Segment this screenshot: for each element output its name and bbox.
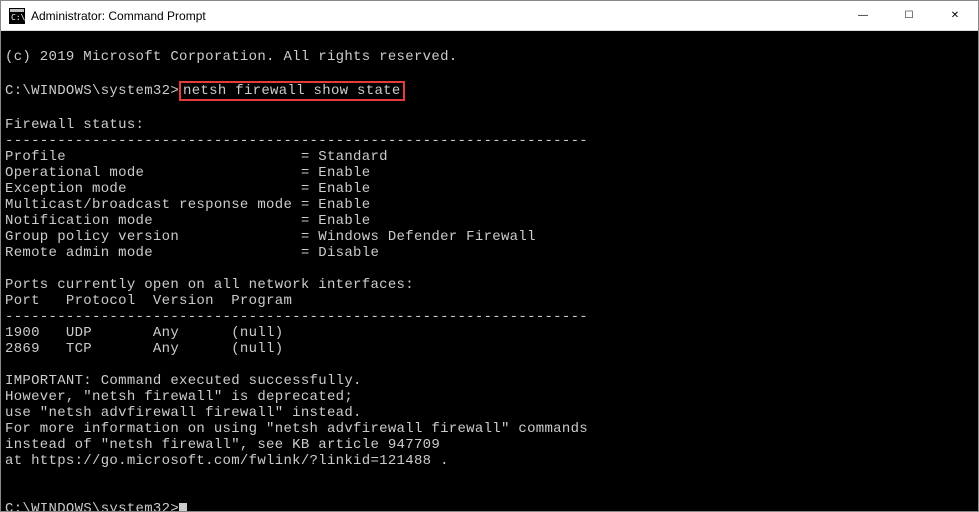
important-line: at https://go.microsoft.com/fwlink/?link… — [5, 453, 449, 469]
terminal-output[interactable]: (c) 2019 Microsoft Corporation. All righ… — [1, 31, 978, 511]
minimize-button[interactable]: — — [840, 1, 886, 30]
window-title: Administrator: Command Prompt — [31, 9, 840, 23]
status-operational-mode: Operational mode = Enable — [5, 165, 370, 181]
port-row: 2869 TCP Any (null) — [5, 341, 283, 357]
status-group-policy: Group policy version = Windows Defender … — [5, 229, 536, 245]
important-line: IMPORTANT: Command executed successfully… — [5, 373, 362, 389]
prompt-path: C:\WINDOWS\system32> — [5, 501, 179, 511]
copyright-line: (c) 2019 Microsoft Corporation. All righ… — [5, 49, 457, 65]
important-line: For more information on using "netsh adv… — [5, 421, 588, 437]
important-line: instead of "netsh firewall", see KB arti… — [5, 437, 440, 453]
close-button[interactable]: ✕ — [932, 1, 978, 30]
cursor — [179, 503, 187, 511]
titlebar[interactable]: C:\ Administrator: Command Prompt — ☐ ✕ — [1, 1, 978, 31]
prompt-path: C:\WINDOWS\system32> — [5, 83, 179, 99]
important-line: However, "netsh firewall" is deprecated; — [5, 389, 353, 405]
port-row: 1900 UDP Any (null) — [5, 325, 283, 341]
window-controls: — ☐ ✕ — [840, 1, 978, 30]
ports-header: Ports currently open on all network inte… — [5, 277, 414, 293]
divider-line: ----------------------------------------… — [5, 309, 588, 325]
divider-line: ----------------------------------------… — [5, 133, 588, 149]
status-exception-mode: Exception mode = Enable — [5, 181, 370, 197]
status-multicast-mode: Multicast/broadcast response mode = Enab… — [5, 197, 370, 213]
status-profile: Profile = Standard — [5, 149, 388, 165]
status-remote-admin: Remote admin mode = Disable — [5, 245, 379, 261]
status-notification-mode: Notification mode = Enable — [5, 213, 370, 229]
ports-columns: Port Protocol Version Program — [5, 293, 292, 309]
important-line: use "netsh advfirewall firewall" instead… — [5, 405, 362, 421]
close-icon: ✕ — [951, 10, 959, 21]
command-highlight: netsh firewall show state — [179, 81, 405, 101]
maximize-button[interactable]: ☐ — [886, 1, 932, 30]
cmd-icon: C:\ — [9, 8, 25, 24]
svg-text:C:\: C:\ — [11, 13, 25, 22]
firewall-status-header: Firewall status: — [5, 117, 144, 133]
maximize-icon: ☐ — [905, 10, 914, 21]
minimize-icon: — — [858, 10, 868, 21]
entered-command: netsh firewall show state — [183, 83, 401, 99]
